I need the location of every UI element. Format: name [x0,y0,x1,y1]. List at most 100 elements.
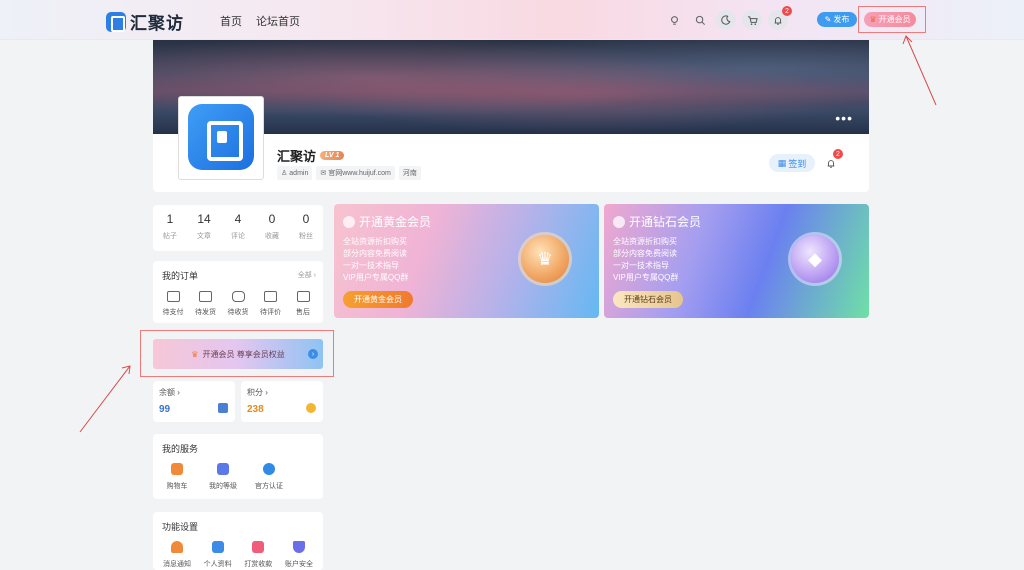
stat-followers[interactable]: 0 粉丝 [289,205,323,251]
publish-label: 发布 [833,15,850,24]
refund-icon [296,291,310,302]
avatar[interactable] [188,104,254,170]
setting-profile[interactable]: 个人资料 [198,541,238,569]
website-chip: ✉ 官网www.huijuf.com [316,166,395,180]
diamond-icon: ◆ [808,249,822,269]
location-text: 河南 [402,170,417,177]
chart-icon [217,463,229,475]
vip-bar-label: 开通会员 尊享会员权益 [202,349,285,359]
open-gold-vip-button[interactable]: 开通黄金会员 [343,291,413,308]
order-label: 待发货 [195,309,216,316]
nav-home[interactable]: 首页 [220,13,242,29]
stat-label: 帖子 [163,233,177,240]
orders-title: 我的订单 [162,271,199,281]
benefit-line: 部分内容免费阅读 [343,249,407,258]
stat-favorites[interactable]: 0 收藏 [255,205,289,251]
setting-tips[interactable]: 打赏收款 [238,541,278,569]
pencil-icon: ✎ [824,15,832,24]
balance-card[interactable]: 余额 › 99 [153,381,235,422]
profile-name: 汇聚访 [277,149,317,164]
benefit-line: 全站资源折扣购买 [343,237,407,246]
service-label: 我的等级 [209,483,237,490]
site-logo[interactable]: 汇聚访 [106,9,184,34]
service-label: 购物车 [166,483,188,490]
diamond-vip-title-row: 开通钻石会员 [613,213,701,230]
points-title: 积分 › [247,388,268,397]
benefit-line: 一对一技术指导 [343,261,399,270]
search-icon[interactable] [690,10,710,30]
profile-meta: ♙ admin ✉ 官网www.huijuf.com 河南 [277,166,421,180]
coins-icon [306,403,316,413]
points-title-text: 积分 [247,388,263,397]
services-title: 我的服务 [162,444,199,454]
calendar-icon: ▦ [777,157,787,168]
service-cart[interactable]: 购物车 [157,463,197,491]
lightbulb-icon[interactable] [664,10,684,30]
stat-label: 粉丝 [299,233,313,240]
notification-button[interactable]: 2 [768,6,792,30]
orders-all-link[interactable]: 全部 › [298,270,316,280]
order-label: 售后 [296,309,310,316]
checkin-button[interactable]: ▦ 签到 [769,154,815,172]
package-icon [199,291,212,302]
diamond-medal-icon: ◆ [791,235,839,283]
stat-value: 0 [302,212,310,226]
setting-notifications[interactable]: 消息通知 [157,541,197,569]
arrow-right-icon: › [308,349,318,359]
order-pending-payment[interactable]: 待支付 [157,291,189,317]
setting-label: 打赏收款 [244,561,273,568]
gold-vip-title: 开通黄金会员 [359,215,432,229]
benefit-line: 一对一技术指导 [613,261,669,270]
balance-value: 99 [159,404,171,415]
dark-mode-icon[interactable] [716,10,736,30]
service-level[interactable]: 我的等级 [203,463,243,491]
diamond-vip-title: 开通钻石会员 [629,215,702,229]
benefit-line: 部分内容免费阅读 [613,249,677,258]
cart-icon [171,463,183,475]
setting-label: 个人资料 [203,561,232,568]
profile-name-row: 汇聚访 LV 1 [277,146,345,165]
truck-icon [231,291,245,302]
service-verified[interactable]: 官方认证 [249,463,289,491]
username-text: admin [289,169,309,177]
notification-badge: 2 [833,149,843,159]
profile-notification-button[interactable]: 2 [823,149,843,171]
wallet-icon [166,291,180,302]
benefit-line: VIP用户专属QQ群 [343,273,409,282]
diamond-vip-card: 开通钻石会员 全站资源折扣购买 部分内容免费阅读 一对一技术指导 VIP用户专属… [604,204,869,318]
open-diamond-vip-button[interactable]: 开通钻石会员 [613,291,683,308]
my-orders-card: 我的订单 全部 › 待支付 待发货 待收货 待评价 售后 [153,261,323,323]
setting-security[interactable]: 账户安全 [279,541,319,569]
settings-title: 功能设置 [162,522,199,532]
benefit-line: VIP用户专属QQ群 [613,273,679,282]
stat-comments[interactable]: 4 评论 [221,205,255,251]
website-text: 官网www.huijuf.com [328,170,391,177]
gold-vip-card: 开通黄金会员 全站资源折扣购买 部分内容免费阅读 一对一技术指导 VIP用户专属… [334,204,599,318]
stat-articles[interactable]: 14 文章 [187,205,221,251]
notification-badge: 2 [782,6,792,16]
gold-vip-title-row: 开通黄金会员 [343,213,431,230]
points-value: 238 [247,404,264,415]
setting-label: 消息通知 [163,561,191,568]
cart-icon[interactable] [742,10,762,30]
open-vip-bar[interactable]: ♛ 开通会员 尊享会员权益 › [153,339,323,369]
points-card[interactable]: 积分 › 238 [241,381,323,422]
mail-icon: ✉ [320,170,327,177]
profile-card: ••• 汇聚访 LV 1 ♙ admin ✉ 官网www.huijuf.com 河南… [153,40,869,192]
crown-icon [343,215,355,228]
order-after-sales[interactable]: 售后 [287,291,319,317]
gold-vip-benefits: 全站资源折扣购买 部分内容免费阅读 一对一技术指导 VIP用户专属QQ群 [343,236,408,284]
order-pending-receipt[interactable]: 待收货 [222,291,254,317]
bell-icon [827,159,835,168]
stat-posts[interactable]: 1 帖子 [153,205,187,251]
publish-button[interactable]: ✎ 发布 [817,12,857,27]
nav-forum[interactable]: 论坛首页 [256,13,300,29]
stat-label: 评论 [231,233,245,240]
stat-value: 0 [268,212,276,226]
order-pending-review[interactable]: 待评价 [255,291,287,317]
logo-icon [106,11,126,32]
bell-icon [171,541,183,553]
order-pending-shipment[interactable]: 待发货 [190,291,222,317]
more-icon[interactable]: ••• [835,110,853,126]
diamond-icon [613,215,625,228]
